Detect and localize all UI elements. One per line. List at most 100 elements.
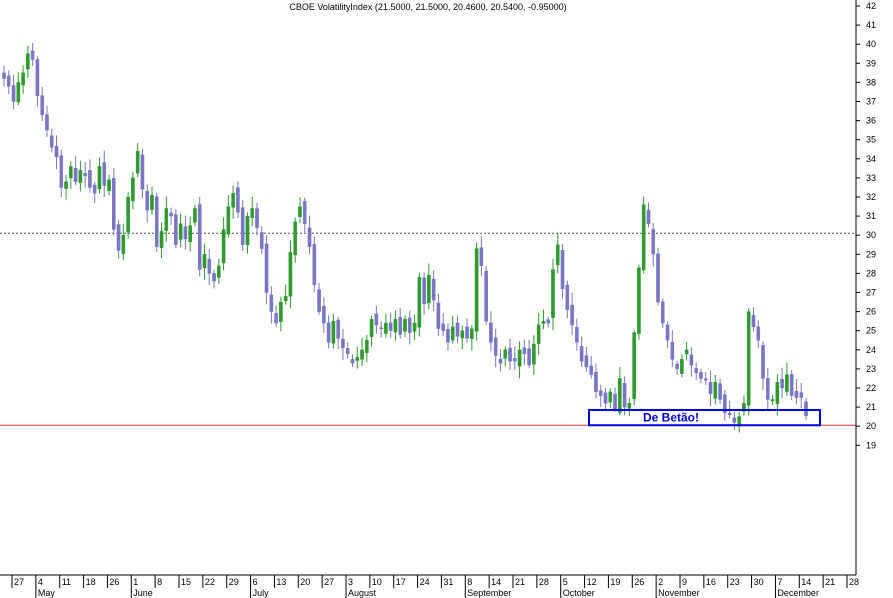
x-tick-label: 19 bbox=[610, 577, 620, 587]
x-tick-label: 28 bbox=[849, 577, 859, 587]
candle-down bbox=[6, 75, 11, 87]
candle-up bbox=[78, 170, 83, 183]
candle-down bbox=[479, 247, 484, 266]
x-tick-label: 8 bbox=[157, 577, 162, 587]
candle-down bbox=[35, 59, 40, 96]
y-tick-label: 34 bbox=[866, 154, 876, 164]
candle-up bbox=[64, 181, 68, 189]
candle-up bbox=[178, 223, 183, 240]
month-label: December bbox=[777, 588, 819, 598]
candle-down bbox=[240, 207, 245, 245]
x-tick-label: 17 bbox=[396, 577, 406, 587]
candle-up bbox=[618, 378, 622, 413]
x-tick-label: 14 bbox=[801, 577, 811, 587]
y-tick-label: 21 bbox=[866, 402, 876, 412]
candle-down bbox=[54, 146, 59, 158]
month-label: June bbox=[133, 588, 153, 598]
candle-up bbox=[355, 357, 360, 361]
x-tick-label: 20 bbox=[300, 577, 310, 587]
candle-down bbox=[269, 294, 274, 312]
month-label: October bbox=[563, 588, 595, 598]
candle-up bbox=[121, 234, 126, 254]
candle-up bbox=[188, 225, 192, 242]
candle-up bbox=[632, 332, 636, 400]
candle-down bbox=[694, 368, 699, 373]
x-tick-label: 21 bbox=[515, 577, 525, 587]
x-tick-label: 6 bbox=[253, 577, 258, 587]
candle-up bbox=[245, 215, 250, 246]
candle-down bbox=[374, 313, 379, 326]
y-tick-label: 35 bbox=[866, 135, 876, 145]
y-tick-label: 42 bbox=[866, 1, 876, 11]
candle-up bbox=[393, 319, 398, 333]
candle-down bbox=[197, 204, 202, 270]
candle-down bbox=[751, 314, 756, 328]
candle-down bbox=[341, 338, 345, 349]
candle-down bbox=[259, 232, 264, 249]
candle-up bbox=[217, 265, 221, 278]
y-tick-label: 33 bbox=[866, 173, 876, 183]
candle-down bbox=[761, 345, 765, 379]
y-tick-label: 32 bbox=[866, 192, 876, 202]
y-tick-label: 29 bbox=[866, 249, 876, 259]
candle-up bbox=[627, 403, 632, 409]
candle-down bbox=[789, 374, 794, 396]
candle-down bbox=[236, 187, 240, 213]
candle-down bbox=[446, 329, 450, 343]
candle-up bbox=[637, 267, 641, 334]
candle-down bbox=[207, 258, 212, 274]
candle-down bbox=[804, 401, 808, 417]
month-label: May bbox=[38, 588, 56, 598]
candle-down bbox=[73, 168, 78, 182]
candle-down bbox=[665, 324, 670, 341]
x-tick-label: 4 bbox=[38, 577, 43, 587]
candle-up bbox=[460, 330, 465, 339]
candle-up bbox=[608, 391, 613, 403]
candle-up bbox=[532, 343, 536, 365]
x-tick-label: 10 bbox=[372, 577, 382, 587]
x-tick-label: 3 bbox=[348, 577, 353, 587]
y-tick-label: 20 bbox=[866, 421, 876, 431]
candle-down bbox=[59, 155, 64, 188]
candle-up bbox=[541, 320, 546, 324]
candle-down bbox=[799, 392, 804, 398]
candle-up bbox=[470, 328, 474, 340]
candle-down bbox=[598, 390, 603, 396]
y-tick-label: 40 bbox=[866, 39, 876, 49]
x-tick-label: 31 bbox=[443, 577, 453, 587]
candle-up bbox=[365, 340, 369, 354]
candle-up bbox=[283, 296, 288, 302]
candle-down bbox=[718, 383, 722, 400]
candle-down bbox=[431, 278, 436, 301]
y-tick-label: 39 bbox=[866, 58, 876, 68]
month-label: July bbox=[253, 588, 270, 598]
candle-up bbox=[360, 349, 364, 360]
candle-up bbox=[517, 349, 522, 367]
y-tick-label: 36 bbox=[866, 116, 876, 126]
candle-down bbox=[560, 249, 565, 289]
candle-up bbox=[746, 311, 751, 406]
x-tick-label: 11 bbox=[62, 577, 71, 587]
candle-down bbox=[30, 50, 35, 60]
candle-down bbox=[145, 190, 150, 211]
candle-up bbox=[427, 275, 431, 304]
candle-up bbox=[417, 277, 422, 328]
candle-up bbox=[135, 150, 140, 174]
y-tick-label: 28 bbox=[866, 268, 876, 278]
candle-down bbox=[345, 348, 350, 354]
candle-up bbox=[159, 231, 164, 248]
candle-up bbox=[680, 359, 684, 374]
candle-up bbox=[202, 254, 207, 269]
candle-up bbox=[26, 53, 30, 70]
x-tick-label: 26 bbox=[634, 577, 644, 587]
candle-down bbox=[766, 378, 770, 400]
candle-up bbox=[150, 194, 154, 210]
candle-down bbox=[780, 378, 784, 389]
candle-down bbox=[398, 316, 403, 335]
chart-title: CBOE VolatilityIndex (21.5000, 21.5000, … bbox=[289, 2, 566, 12]
candle-down bbox=[317, 289, 321, 312]
candle-down bbox=[512, 358, 517, 362]
candle-down bbox=[727, 413, 732, 415]
candle-down bbox=[302, 201, 307, 224]
candle-up bbox=[131, 177, 135, 202]
